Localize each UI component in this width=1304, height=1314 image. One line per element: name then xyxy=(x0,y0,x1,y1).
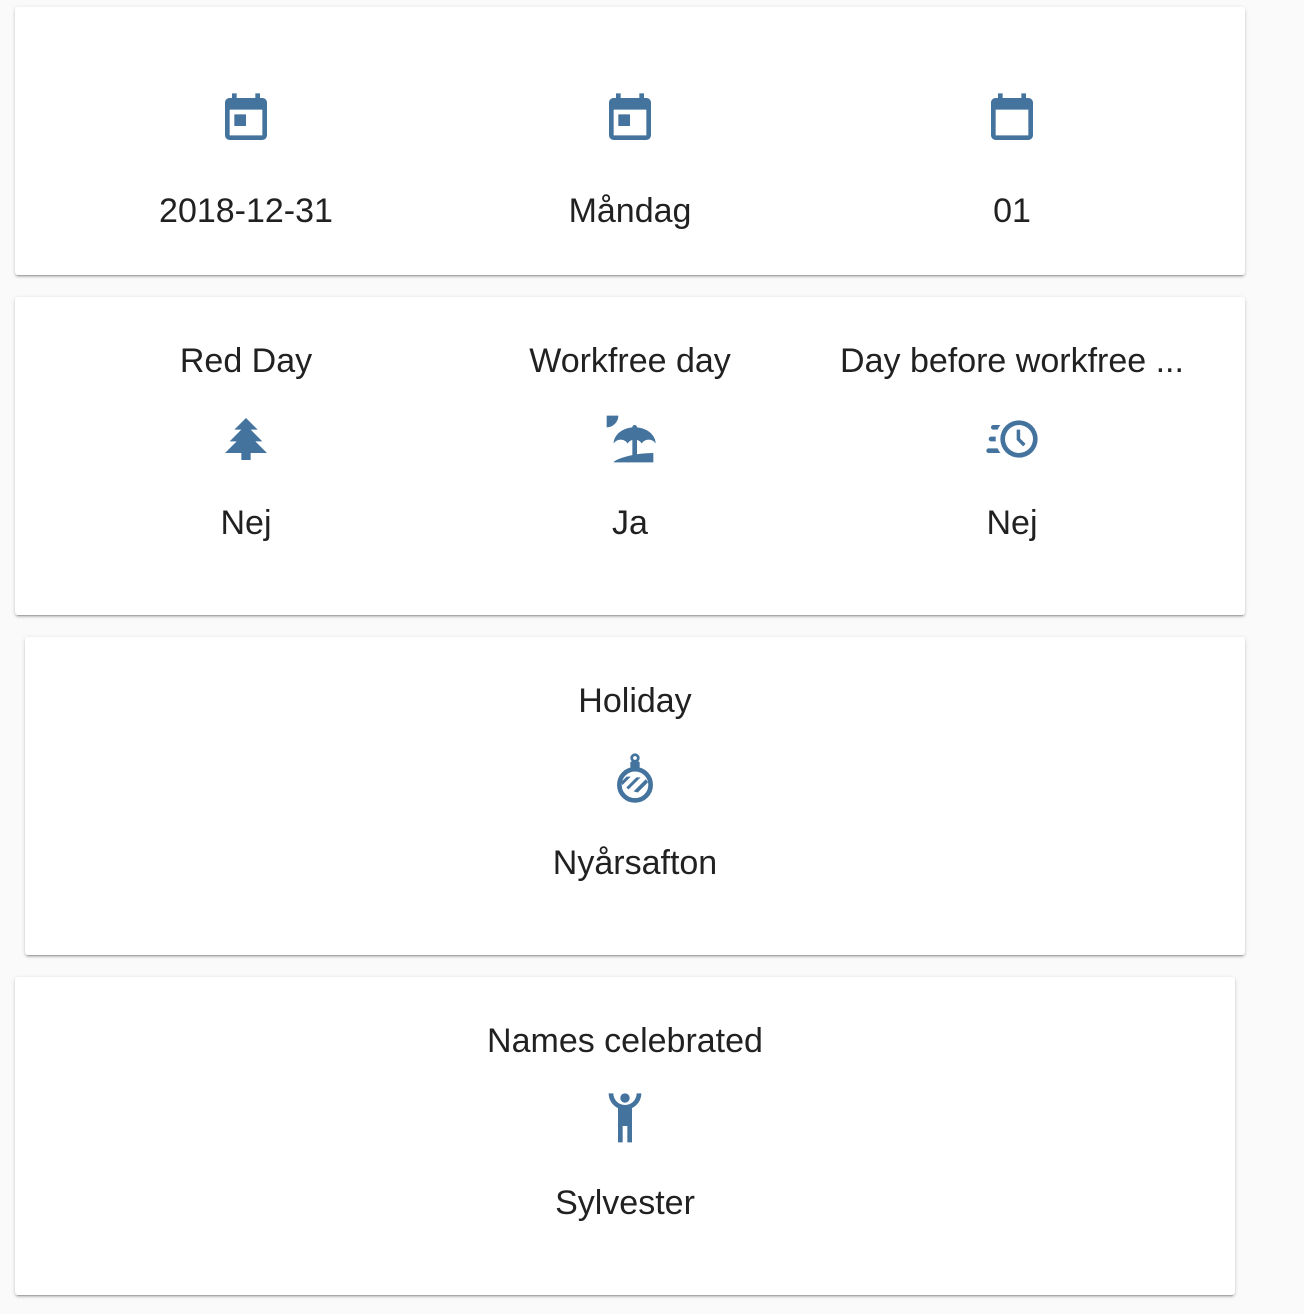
day-before-workfree-cell[interactable]: Day before workfree ... Nej xyxy=(837,341,1187,543)
date-card: 2018-12-31 Måndag 01 xyxy=(15,7,1245,275)
clock-fast-icon xyxy=(984,411,1040,467)
day-before-workfree-label: Day before workfree ... xyxy=(840,342,1184,380)
ornament-icon xyxy=(607,751,663,807)
names-value: Sylvester xyxy=(555,1184,695,1222)
pine-tree-icon xyxy=(218,411,274,467)
weekday-value: Måndag xyxy=(568,192,692,230)
day-before-workfree-value: Nej xyxy=(986,504,1038,542)
holiday-card: Holiday Nyårsafton xyxy=(25,637,1245,955)
beach-icon xyxy=(602,411,658,467)
red-day-cell[interactable]: Red Day Nej xyxy=(121,341,371,543)
names-label: Names celebrated xyxy=(487,1022,763,1060)
holiday-value: Nyårsafton xyxy=(552,844,718,882)
red-day-value: Nej xyxy=(220,504,272,542)
workfree-day-label: Workfree day xyxy=(529,342,731,380)
workfree-day-cell[interactable]: Workfree day Ja xyxy=(495,341,765,543)
calendar-today-icon xyxy=(218,91,274,147)
holiday-cell[interactable]: Holiday Nyårsafton xyxy=(485,681,785,883)
date-value: 2018-12-31 xyxy=(159,192,333,230)
names-card: Names celebrated Sylvester xyxy=(15,977,1235,1295)
week-number-value: 01 xyxy=(993,192,1031,230)
date-cell[interactable]: 2018-12-31 xyxy=(146,91,346,231)
week-number-cell[interactable]: 01 xyxy=(912,91,1112,231)
workfree-day-value: Ja xyxy=(612,504,648,542)
red-day-label: Red Day xyxy=(179,342,313,380)
calendar-blank-icon xyxy=(984,91,1040,147)
weekday-cell[interactable]: Måndag xyxy=(530,91,730,231)
names-cell[interactable]: Names celebrated Sylvester xyxy=(445,1021,805,1223)
calendar-today-icon xyxy=(602,91,658,147)
holiday-label: Holiday xyxy=(578,682,692,720)
day-status-card: Red Day Nej Workfree day Ja Day before w… xyxy=(15,297,1245,615)
human-handsup-icon xyxy=(597,1091,653,1147)
